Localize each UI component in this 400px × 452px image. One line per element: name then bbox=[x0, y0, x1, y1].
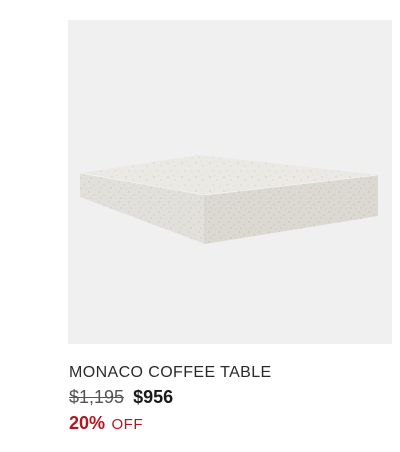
discount-percent: 20% bbox=[69, 413, 106, 433]
discount-badge: 20% OFF bbox=[69, 412, 143, 436]
discount-suffix: OFF bbox=[111, 416, 143, 433]
product-card[interactable]: MONACO COFFEE TABLE $1,195 $956 20% OFF bbox=[0, 0, 400, 452]
coffee-table-illustration bbox=[79, 155, 379, 244]
product-name[interactable]: MONACO COFFEE TABLE bbox=[69, 364, 272, 382]
sale-price: $956 bbox=[133, 387, 174, 407]
product-image[interactable] bbox=[68, 20, 392, 344]
original-price: $1,195 bbox=[69, 387, 125, 407]
price-row: $1,195 $956 bbox=[69, 386, 173, 408]
